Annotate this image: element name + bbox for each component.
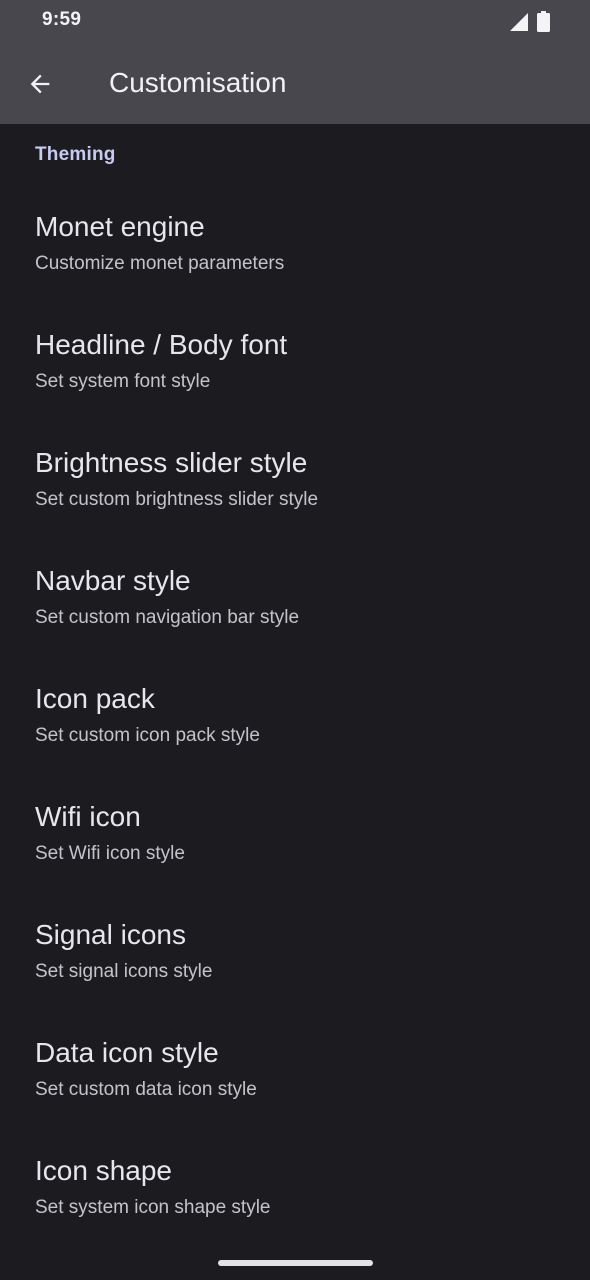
pref-item-brightness-slider-style[interactable]: Brightness slider style Set custom brigh… bbox=[0, 446, 590, 564]
cellular-signal-icon bbox=[510, 13, 528, 31]
arrow-back-icon bbox=[30, 74, 50, 94]
pref-item-data-icon-style[interactable]: Data icon style Set custom data icon sty… bbox=[0, 1036, 590, 1154]
pref-summary: Set custom brightness slider style bbox=[35, 489, 319, 510]
app-bar: Customisation bbox=[0, 42, 590, 124]
section-header-theming: Theming bbox=[35, 144, 116, 165]
pref-title: Signal icons bbox=[35, 919, 186, 950]
top-app-area: 9:59 Customisation bbox=[0, 0, 590, 124]
pref-summary: Customize monet parameters bbox=[35, 253, 285, 274]
pref-title: Brightness slider style bbox=[35, 447, 308, 478]
pref-title: Wifi icon bbox=[35, 801, 141, 832]
pref-title: Data icon style bbox=[35, 1037, 219, 1068]
pref-summary: Set system icon shape style bbox=[35, 1197, 271, 1218]
page-title: Customisation bbox=[109, 67, 287, 98]
pref-summary: Set custom data icon style bbox=[35, 1079, 257, 1100]
pref-item-signal-icons[interactable]: Signal icons Set signal icons style bbox=[0, 918, 590, 1036]
status-time: 9:59 bbox=[42, 9, 82, 30]
battery-full-icon bbox=[537, 11, 550, 32]
gesture-navigation-handle[interactable] bbox=[218, 1260, 373, 1266]
back-button[interactable] bbox=[18, 62, 62, 106]
pref-item-monet-engine[interactable]: Monet engine Customize monet parameters bbox=[0, 210, 590, 328]
pref-summary: Set Wifi icon style bbox=[35, 843, 185, 864]
pref-title: Monet engine bbox=[35, 211, 205, 242]
pref-item-icon-pack[interactable]: Icon pack Set custom icon pack style bbox=[0, 682, 590, 800]
pref-summary: Set signal icons style bbox=[35, 961, 213, 982]
pref-item-wifi-icon[interactable]: Wifi icon Set Wifi icon style bbox=[0, 800, 590, 918]
pref-item-navbar-style[interactable]: Navbar style Set custom navigation bar s… bbox=[0, 564, 590, 682]
pref-item-icon-shape[interactable]: Icon shape Set system icon shape style bbox=[0, 1154, 590, 1272]
pref-title: Navbar style bbox=[35, 565, 191, 596]
status-bar: 9:59 bbox=[0, 0, 590, 42]
pref-summary: Set custom navigation bar style bbox=[35, 607, 300, 628]
pref-title: Icon pack bbox=[35, 683, 155, 714]
pref-item-headline-body-font[interactable]: Headline / Body font Set system font sty… bbox=[0, 328, 590, 446]
pref-title: Headline / Body font bbox=[35, 329, 288, 360]
pref-summary: Set custom icon pack style bbox=[35, 725, 260, 746]
pref-title: Icon shape bbox=[35, 1155, 172, 1186]
pref-summary: Set system font style bbox=[35, 371, 211, 392]
